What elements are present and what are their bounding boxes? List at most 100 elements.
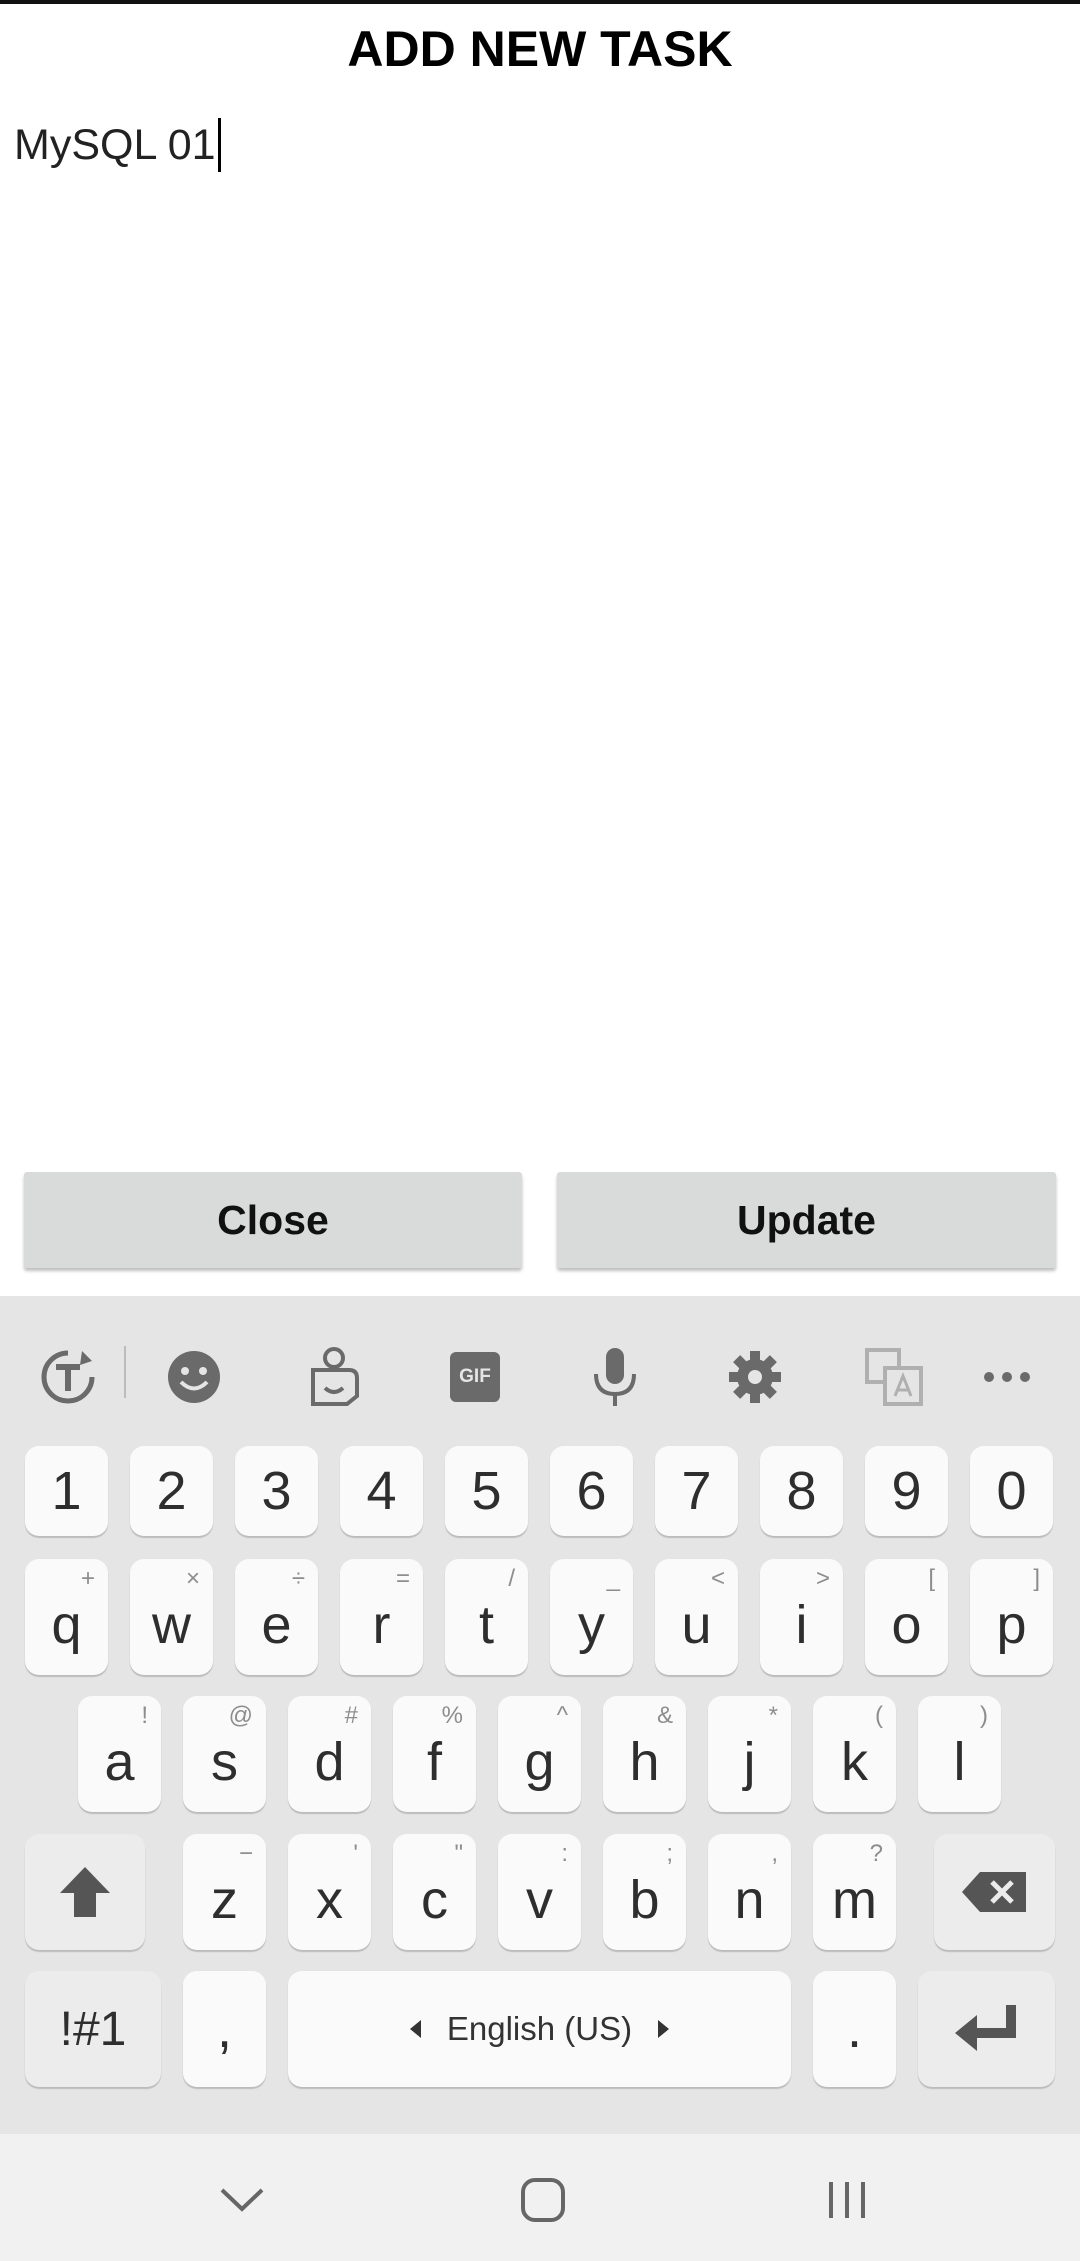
close-button[interactable]: Close [24,1172,522,1268]
secondary-char: < [710,1565,725,1592]
space-language-label: English (US) [446,2010,633,2047]
key-label: c [421,1870,448,1930]
key-v[interactable]: :v [498,1834,581,1950]
key-label: n [734,1870,765,1930]
page-title: ADD NEW TASK [347,21,733,77]
secondary-char: ; [666,1840,673,1867]
key-label: w [152,1595,191,1655]
space-key[interactable]: English (US) [288,1971,791,2087]
key-a[interactable]: ! a [78,1696,161,1812]
toolbar-separator [124,1346,126,1398]
secondary-char: & [656,1702,673,1729]
shift-key[interactable] [25,1834,145,1950]
key-p[interactable]: ] p [970,1559,1053,1675]
translate-icon[interactable] [858,1341,930,1413]
key-s[interactable]: @ s [183,1696,266,1812]
home-icon[interactable] [507,2164,579,2236]
key-label: x [316,1870,343,1930]
key-label: m [832,1870,877,1930]
gif-icon[interactable]: GIF [439,1341,511,1413]
key-label: h [629,1732,660,1792]
key-0[interactable]: 0 [970,1446,1053,1536]
nav-down-icon[interactable] [206,2164,278,2236]
arrow-left-icon [409,2020,421,2038]
key-label: d [314,1732,345,1792]
key-2[interactable]: 2 [130,1446,213,1536]
key-7[interactable]: 7 [655,1446,738,1536]
more-icon[interactable] [971,1341,1043,1413]
key-label: 2 [156,1461,187,1521]
emoji-icon[interactable] [158,1341,230,1413]
key-g[interactable]: ^ g [498,1696,581,1812]
key-label: p [996,1595,1027,1655]
key-z[interactable]: − z [183,1834,266,1950]
key-label: 7 [681,1461,712,1521]
secondary-char: > [815,1565,830,1592]
key-q[interactable]: + q [25,1559,108,1675]
key-label: 3 [261,1461,292,1521]
key-e[interactable]: ÷ e [235,1559,318,1675]
key-1[interactable]: 1 [25,1446,108,1536]
comma-key[interactable]: , [183,1971,266,2087]
settings-gear-icon[interactable] [719,1341,791,1413]
key-o[interactable]: [o [865,1559,948,1675]
key-label: v [526,1870,553,1930]
key-label: e [261,1595,292,1655]
key-label: o [891,1595,922,1655]
secondary-char: + [80,1565,95,1592]
key-9[interactable]: 9 [865,1446,948,1536]
key-l[interactable]: ) l [918,1696,1001,1812]
key-m[interactable]: ? m [813,1834,896,1950]
symbols-key[interactable]: !#1 [25,1971,161,2087]
secondary-char: ! [141,1702,148,1729]
period-key[interactable]: . [813,1971,896,2087]
key-h[interactable]: & h [603,1696,686,1812]
key-label: g [524,1732,555,1792]
key-d[interactable]: # d [288,1696,371,1812]
secondary-char: = [395,1565,410,1592]
key-label: z [211,1870,238,1930]
key-5[interactable]: 5 [445,1446,528,1536]
update-button[interactable]: Update [557,1172,1056,1268]
secondary-char: : [561,1840,568,1867]
key-t[interactable]: / t [445,1559,528,1675]
key-label: k [841,1732,868,1792]
key-r[interactable]: = r [340,1559,423,1675]
secondary-char: ' [353,1840,358,1867]
secondary-char: , [771,1840,778,1867]
key-3[interactable]: 3 [235,1446,318,1536]
sticker-icon[interactable] [298,1341,370,1413]
key-4[interactable]: 4 [340,1446,423,1536]
secondary-char: ? [869,1840,883,1867]
key-i[interactable]: > i [760,1559,843,1675]
key-label: 4 [366,1461,397,1521]
task-input-value: MySQL 01 [14,120,216,169]
task-name-input[interactable]: MySQL 01 [14,115,221,175]
key-8[interactable]: 8 [760,1446,843,1536]
key-w[interactable]: × w [130,1559,213,1675]
soft-keyboard: GIF !#1 , English (US) . 1 2 3 4 5 6 7 8 9 0 + q × w ÷… [0,1296,1080,2134]
key-label: 8 [786,1461,817,1521]
secondary-char: % [441,1702,463,1729]
key-label: 5 [471,1461,502,1521]
key-label: i [795,1595,808,1655]
key-c[interactable]: " c [393,1834,476,1950]
text-recognition-icon[interactable] [32,1341,104,1413]
key-k[interactable]: (k [813,1696,896,1812]
text-cursor [217,118,221,172]
key-label: y [578,1595,605,1655]
key-y[interactable]: _ y [550,1559,633,1675]
key-6[interactable]: 6 [550,1446,633,1536]
key-u[interactable]: < u [655,1559,738,1675]
enter-key[interactable] [918,1971,1055,2087]
microphone-icon[interactable] [579,1341,651,1413]
key-label: f [426,1732,442,1792]
key-x[interactable]: ' x [288,1834,371,1950]
key-n[interactable]: ,n [708,1834,791,1950]
key-j[interactable]: * j [708,1696,791,1812]
secondary-char: _ [606,1565,620,1592]
recents-icon[interactable] [811,2164,883,2236]
backspace-key[interactable] [934,1834,1055,1950]
key-b[interactable]: ; b [603,1834,686,1950]
key-f[interactable]: % f [393,1696,476,1812]
